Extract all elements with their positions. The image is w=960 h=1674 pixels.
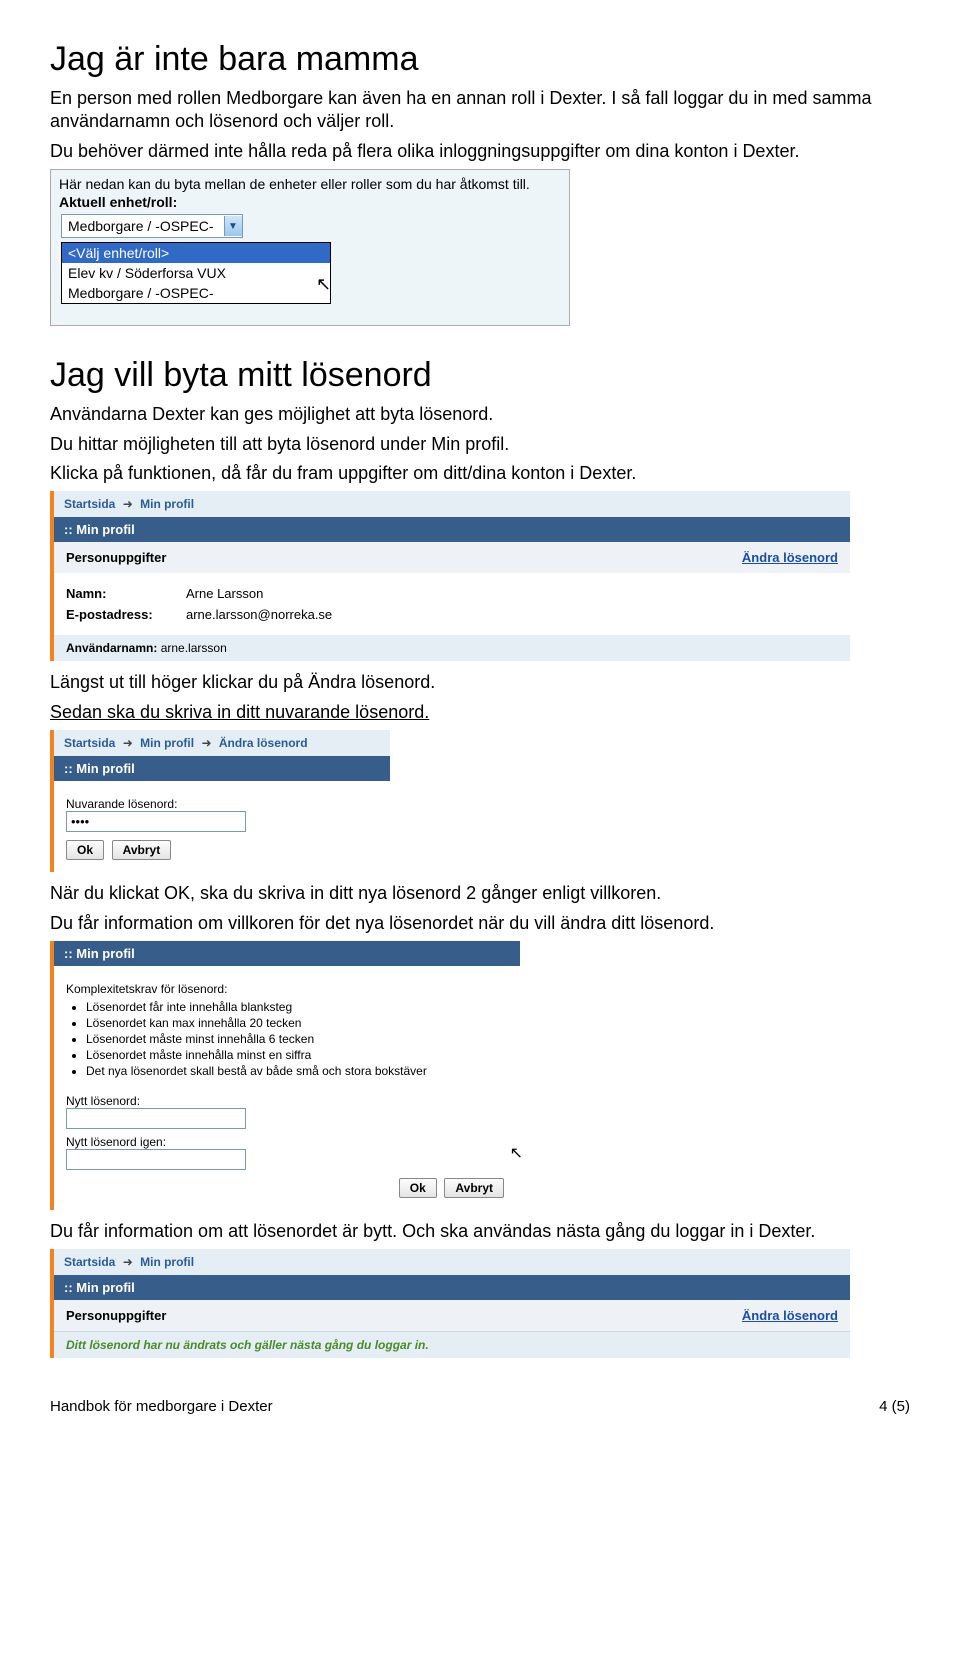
current-password-label: Nuvarande lösenord: — [66, 791, 378, 811]
panel-titlebar: :: Min profil — [54, 941, 520, 966]
body-text: Längst ut till höger klickar du på Ändra… — [50, 671, 910, 694]
breadcrumb-item[interactable]: Startsida — [64, 736, 115, 750]
role-label: Aktuell enhet/roll: — [51, 194, 569, 214]
role-instruction: Här nedan kan du byta mellan de enheter … — [51, 170, 569, 194]
current-password-input[interactable] — [66, 811, 246, 832]
ok-button[interactable]: Ok — [399, 1178, 437, 1198]
repeat-password-input[interactable] — [66, 1149, 246, 1170]
heading-not-only-mamma: Jag är inte bara mamma — [50, 40, 910, 79]
ok-button[interactable]: Ok — [66, 840, 104, 860]
body-text: Sedan ska du skriva in ditt nuvarande lö… — [50, 701, 910, 724]
username-value: arne.larsson — [161, 641, 227, 655]
body-text: Du hittar möjligheten till att byta löse… — [50, 433, 910, 456]
breadcrumb-item[interactable]: Min profil — [140, 497, 194, 511]
breadcrumb-item[interactable]: Ändra lösenord — [219, 736, 308, 750]
body-text: Klicka på funktionen, då får du fram upp… — [50, 462, 910, 485]
body-text: Du får information om villkoren för det … — [50, 912, 910, 935]
email-label: E-postadress: — [66, 607, 186, 622]
name-value: Arne Larsson — [186, 586, 263, 601]
role-select[interactable]: Medborgare / -OSPEC- ▼ — [61, 214, 243, 238]
password-rule: Lösenordet måste innehålla minst en siff… — [86, 1048, 508, 1062]
cancel-button[interactable]: Avbryt — [444, 1178, 504, 1198]
cursor-icon: ↖ — [510, 1143, 523, 1163]
new-password-label: Nytt lösenord: — [66, 1088, 508, 1108]
success-message: Ditt lösenord har nu ändrats och gäller … — [54, 1331, 850, 1358]
panel-subtitle: Personuppgifter — [66, 1308, 166, 1323]
footer-page-number: 4 (5) — [879, 1398, 910, 1415]
body-text: Användarna Dexter kan ges möjlighet att … — [50, 403, 910, 426]
breadcrumb-item[interactable]: Min profil — [140, 736, 194, 750]
password-rule: Lösenordet får inte innehålla blanksteg — [86, 1000, 508, 1014]
role-select-screenshot: Här nedan kan du byta mellan de enheter … — [50, 169, 570, 326]
complexity-title: Komplexitetskrav för lösenord: — [66, 976, 508, 996]
role-options-list[interactable]: <Välj enhet/roll> Elev kv / Söderforsa V… — [61, 242, 331, 304]
username-label: Användarnamn: — [66, 641, 157, 655]
confirmation-panel: Startsida ➜ Min profil :: Min profil Per… — [50, 1249, 850, 1358]
body-text: Du får information om att lösenordet är … — [50, 1220, 910, 1243]
breadcrumb: Startsida ➜ Min profil ➜ Ändra lösenord — [54, 730, 390, 756]
breadcrumb: Startsida ➜ Min profil — [54, 491, 850, 517]
change-password-link[interactable]: Ändra lösenord — [742, 1308, 838, 1323]
repeat-password-label: Nytt lösenord igen: — [66, 1129, 508, 1149]
password-rule: Det nya lösenordet skall bestå av både s… — [86, 1064, 508, 1078]
new-password-input[interactable] — [66, 1108, 246, 1129]
breadcrumb-item[interactable]: Startsida — [64, 497, 115, 511]
body-text: När du klickat OK, ska du skriva in ditt… — [50, 882, 910, 905]
chevron-down-icon[interactable]: ▼ — [224, 216, 242, 236]
password-rules-list: Lösenordet får inte innehålla blanksteg … — [86, 1000, 508, 1078]
breadcrumb-sep: ➜ — [119, 497, 137, 511]
role-option[interactable]: Medborgare / -OSPEC- — [62, 283, 330, 303]
password-rule: Lösenordet måste minst innehålla 6 tecke… — [86, 1032, 508, 1046]
new-password-panel: :: Min profil Komplexitetskrav för lösen… — [50, 941, 520, 1210]
panel-titlebar: :: Min profil — [54, 1275, 850, 1300]
intro-text: En person med rollen Medborgare kan även… — [50, 87, 910, 134]
panel-subtitle: Personuppgifter — [66, 550, 166, 565]
role-option[interactable]: <Välj enhet/roll> — [62, 243, 330, 263]
email-value: arne.larsson@norreka.se — [186, 607, 332, 622]
profile-panel: Startsida ➜ Min profil :: Min profil Per… — [50, 491, 850, 661]
panel-titlebar: :: Min profil — [54, 756, 390, 781]
name-label: Namn: — [66, 586, 186, 601]
footer-title: Handbok för medborgare i Dexter — [50, 1398, 273, 1415]
breadcrumb-item[interactable]: Min profil — [140, 1255, 194, 1269]
cancel-button[interactable]: Avbryt — [112, 840, 172, 860]
panel-titlebar: :: Min profil — [54, 517, 850, 542]
role-selected-value: Medborgare / -OSPEC- — [62, 215, 224, 237]
breadcrumb: Startsida ➜ Min profil — [54, 1249, 850, 1275]
cursor-icon: ↖ — [316, 274, 331, 295]
change-password-link[interactable]: Ändra lösenord — [742, 550, 838, 565]
page-footer: Handbok för medborgare i Dexter 4 (5) — [50, 1398, 910, 1415]
role-option[interactable]: Elev kv / Söderforsa VUX — [62, 263, 330, 283]
heading-change-password: Jag vill byta mitt lösenord — [50, 356, 910, 395]
intro-text: Du behöver därmed inte hålla reda på fle… — [50, 140, 910, 163]
current-password-panel: Startsida ➜ Min profil ➜ Ändra lösenord … — [50, 730, 390, 872]
password-rule: Lösenordet kan max innehålla 20 tecken — [86, 1016, 508, 1030]
breadcrumb-item[interactable]: Startsida — [64, 1255, 115, 1269]
